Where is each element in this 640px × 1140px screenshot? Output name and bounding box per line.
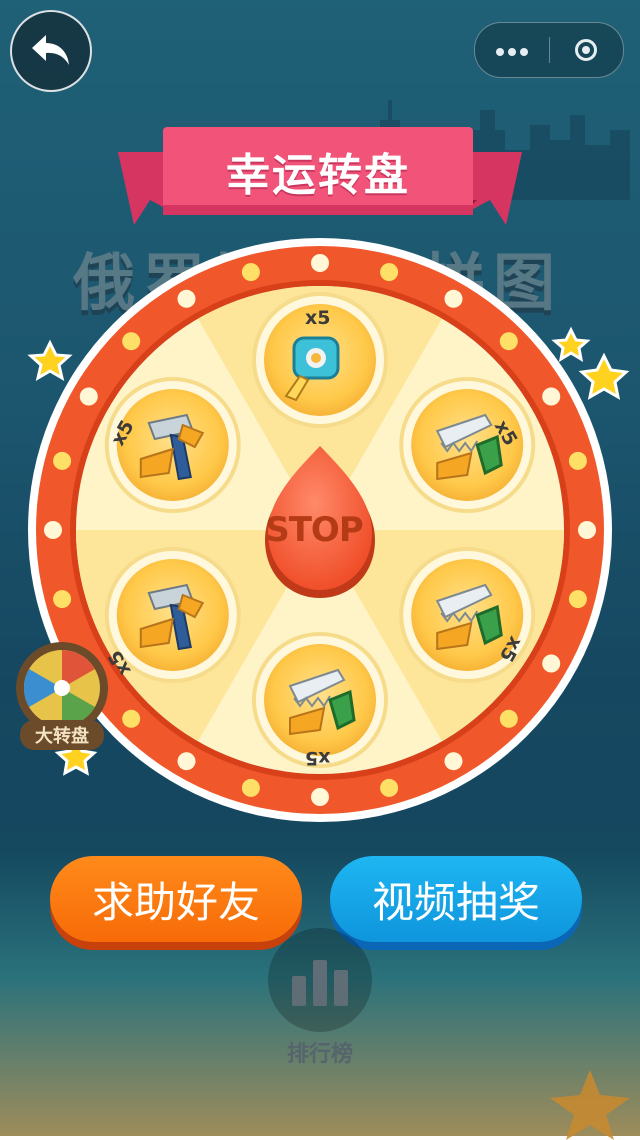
- prize-count-top: x5: [305, 307, 331, 329]
- prize-count-bottom: x5: [305, 747, 331, 769]
- rim-light: [311, 254, 329, 272]
- rim-light: [241, 263, 260, 282]
- rim-light: [122, 709, 141, 728]
- rim-light: [499, 709, 518, 728]
- rim-light: [444, 752, 463, 771]
- rim-light: [177, 752, 196, 771]
- wheel-title: 幸运转盘: [226, 150, 410, 201]
- leaderboard-label: 排行榜: [286, 1042, 353, 1067]
- rim-light: [380, 263, 399, 282]
- rim-light: [177, 289, 196, 308]
- ask-friends-button[interactable]: 求助好友: [50, 856, 302, 942]
- rim-light: [444, 289, 463, 308]
- rim-light: [578, 521, 596, 539]
- rim-light: [311, 788, 329, 806]
- rim-light: [44, 521, 62, 539]
- rim-light: [79, 387, 98, 406]
- rim-light: [568, 451, 587, 470]
- rim-light: [542, 654, 561, 673]
- starfish-decoration: [550, 1070, 630, 1140]
- stop-button-label[interactable]: STOP: [258, 510, 370, 550]
- rim-light: [380, 778, 399, 797]
- bar-chart-icon: [292, 960, 348, 1006]
- video-draw-button[interactable]: 视频抽奖: [330, 856, 582, 942]
- prize-saw: [399, 377, 536, 513]
- side-wheel-label[interactable]: 大转盘: [20, 720, 104, 750]
- rim-light: [241, 778, 260, 797]
- rim-light: [122, 332, 141, 351]
- rim-light: [568, 590, 587, 609]
- rim-light: [53, 451, 72, 470]
- rim-light: [542, 387, 561, 406]
- rim-light: [499, 332, 518, 351]
- rim-light: [53, 590, 72, 609]
- leaderboard-button[interactable]: [268, 928, 372, 1032]
